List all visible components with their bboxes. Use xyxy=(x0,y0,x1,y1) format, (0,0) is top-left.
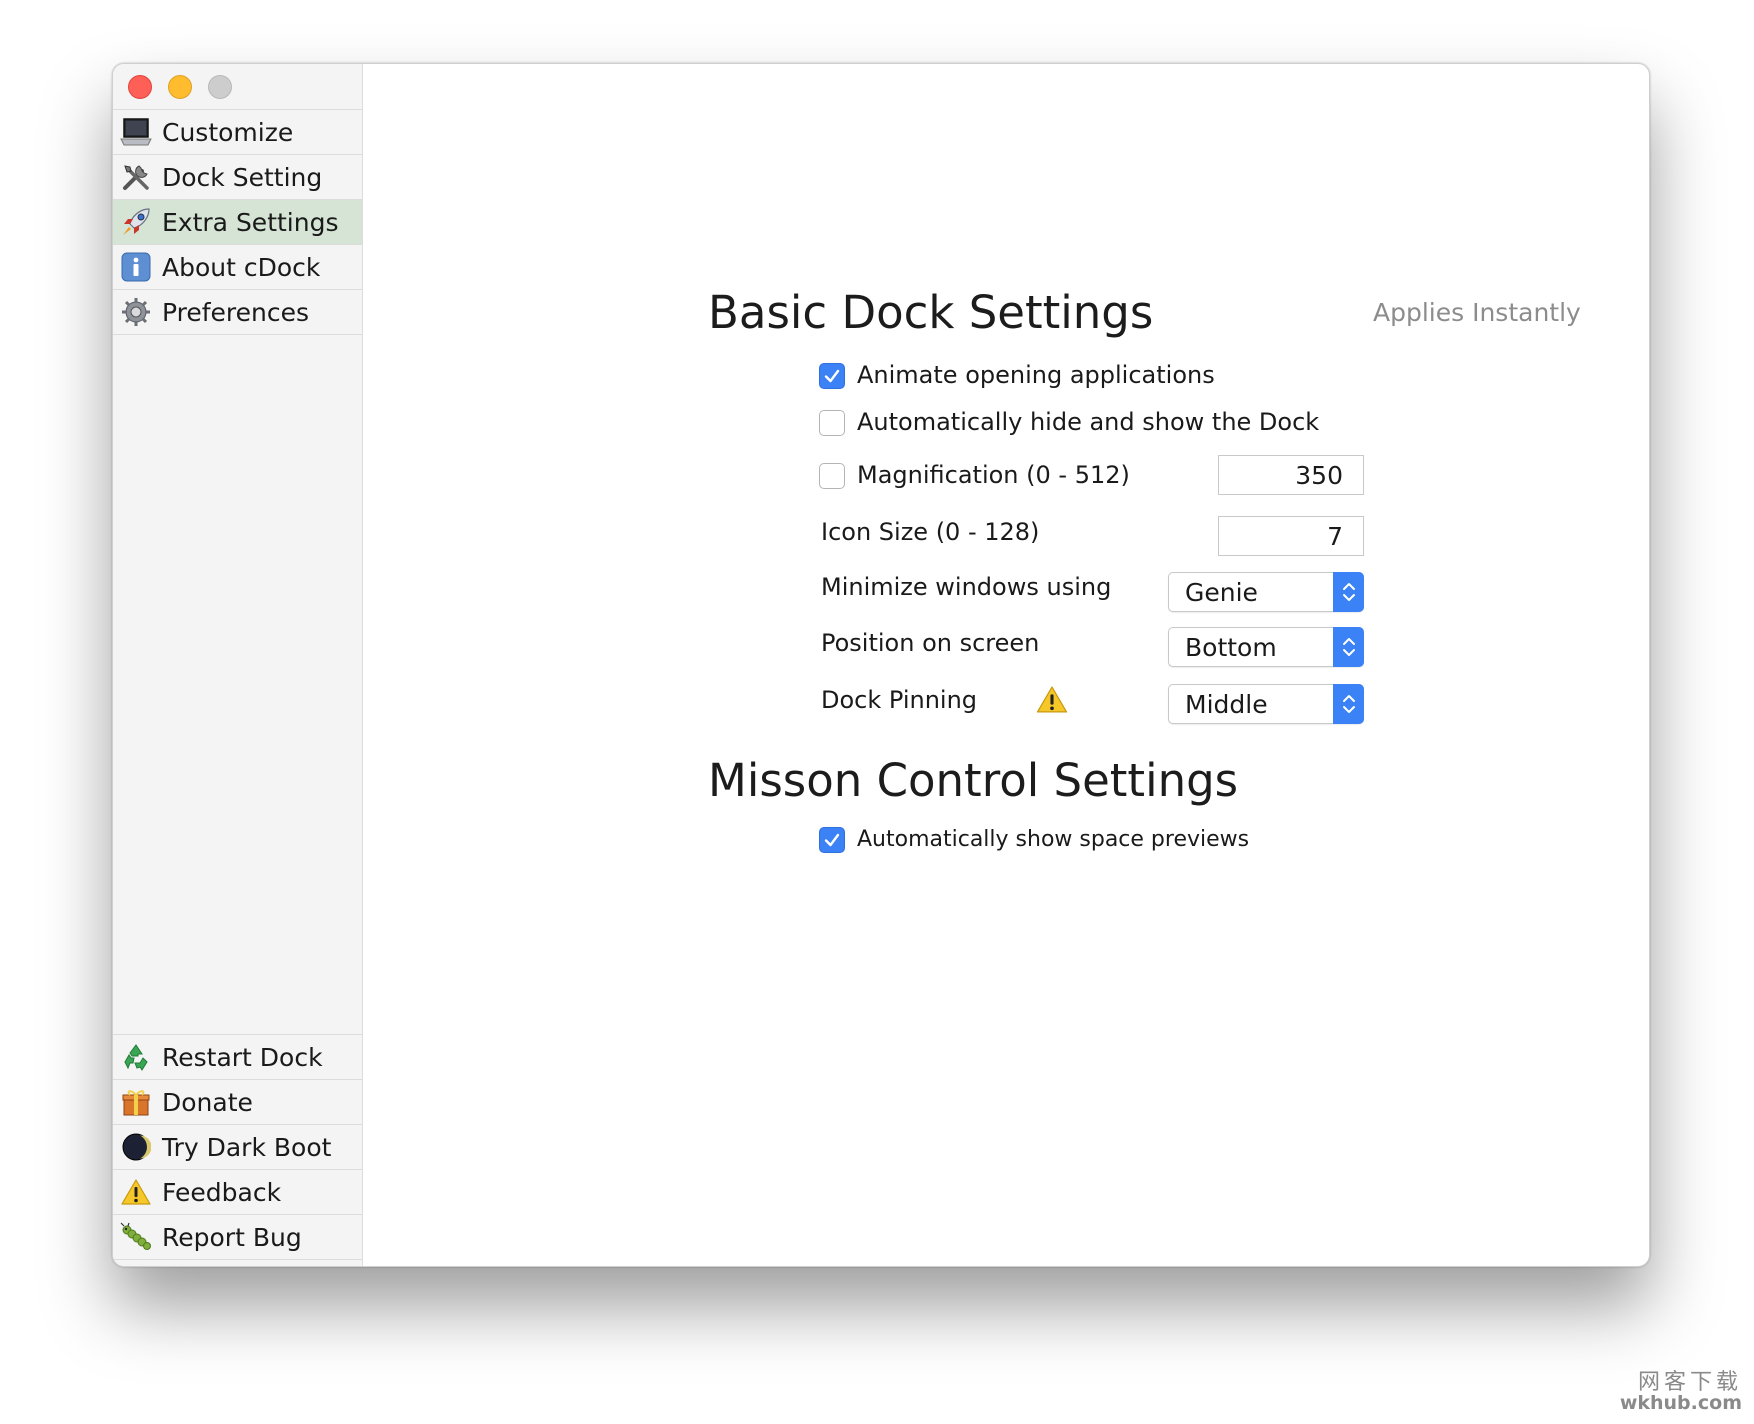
space-previews-label: Automatically show space previews xyxy=(857,827,1250,852)
settings-panel: Basic Dock Settings Applies Instantly An… xyxy=(363,64,1649,1266)
icon-size-label: Icon Size (0 - 128) xyxy=(821,518,1040,546)
pinning-select[interactable]: Middle xyxy=(1168,684,1364,724)
tools-icon xyxy=(120,161,152,193)
autohide-label: Automatically hide and show the Dock xyxy=(857,408,1320,436)
mission-control-title: Misson Control Settings xyxy=(708,754,1239,807)
magnification-checkbox[interactable] xyxy=(819,463,845,489)
sidebar-item-about[interactable]: About cDock xyxy=(113,245,362,290)
bug-icon xyxy=(120,1221,152,1253)
sidebar-item-report-bug[interactable]: Report Bug xyxy=(113,1215,362,1260)
warning-icon xyxy=(1036,685,1068,718)
sidebar-item-label: Feedback xyxy=(162,1177,282,1207)
basic-settings-title: Basic Dock Settings xyxy=(708,286,1154,339)
magnification-label: Magnification (0 - 512) xyxy=(857,461,1130,489)
sidebar-item-label: Donate xyxy=(162,1087,253,1117)
moon-icon xyxy=(120,1131,152,1163)
sidebar-item-preferences[interactable]: Preferences xyxy=(113,290,362,335)
laptop-icon xyxy=(120,116,152,148)
sidebar-nav-bottom: Restart Dock Donate Try Dark Boot Feedba… xyxy=(113,1034,362,1260)
select-value: Middle xyxy=(1185,690,1268,719)
sidebar-item-label: Customize xyxy=(162,117,294,147)
select-value: Genie xyxy=(1185,578,1258,607)
gear-icon xyxy=(120,296,152,328)
magnification-input[interactable] xyxy=(1218,455,1364,495)
position-label: Position on screen xyxy=(821,629,1040,657)
window-controls xyxy=(128,75,232,99)
watermark-url: wkhub.com xyxy=(1619,1392,1742,1415)
minimize-window-button[interactable] xyxy=(168,75,192,99)
animate-checkbox[interactable] xyxy=(819,363,845,389)
applies-instantly-note: Applies Instantly xyxy=(1373,298,1581,327)
app-window: Customize Dock Setting Extra Settings Ab… xyxy=(112,63,1650,1267)
info-icon xyxy=(120,251,152,283)
watermark: 网客下载 wkhub.com xyxy=(1620,1371,1742,1414)
pinning-label: Dock Pinning xyxy=(821,686,978,714)
sidebar: Customize Dock Setting Extra Settings Ab… xyxy=(113,64,363,1266)
zoom-window-button[interactable] xyxy=(208,75,232,99)
close-window-button[interactable] xyxy=(128,75,152,99)
icon-size-input[interactable] xyxy=(1218,516,1364,556)
sidebar-item-label: Dock Setting xyxy=(162,162,323,192)
watermark-chinese: 网客下载 xyxy=(1637,1369,1742,1395)
recycle-icon xyxy=(120,1041,152,1073)
sidebar-item-dark-boot[interactable]: Try Dark Boot xyxy=(113,1125,362,1170)
warning-icon xyxy=(120,1176,152,1208)
sidebar-item-feedback[interactable]: Feedback xyxy=(113,1170,362,1215)
sidebar-item-donate[interactable]: Donate xyxy=(113,1080,362,1125)
minimize-effect-select[interactable]: Genie xyxy=(1168,572,1364,612)
sidebar-item-label: About cDock xyxy=(162,252,321,282)
animate-label: Animate opening applications xyxy=(857,361,1215,389)
space-previews-checkbox[interactable] xyxy=(819,827,845,853)
select-value: Bottom xyxy=(1185,633,1277,662)
rocket-icon xyxy=(120,206,152,238)
sidebar-item-extra-settings[interactable]: Extra Settings xyxy=(113,200,362,245)
sidebar-item-label: Extra Settings xyxy=(162,207,339,237)
chevron-up-down-icon xyxy=(1333,627,1364,667)
sidebar-item-dock-setting[interactable]: Dock Setting xyxy=(113,155,362,200)
autohide-checkbox[interactable] xyxy=(819,410,845,436)
sidebar-item-label: Preferences xyxy=(162,297,310,327)
chevron-up-down-icon xyxy=(1333,684,1364,724)
minimize-label: Minimize windows using xyxy=(821,573,1112,601)
sidebar-item-label: Try Dark Boot xyxy=(162,1132,332,1162)
sidebar-item-customize[interactable]: Customize xyxy=(113,110,362,155)
position-select[interactable]: Bottom xyxy=(1168,627,1364,667)
chevron-up-down-icon xyxy=(1333,572,1364,612)
sidebar-nav-top: Customize Dock Setting Extra Settings Ab… xyxy=(113,109,362,335)
sidebar-item-label: Restart Dock xyxy=(162,1042,323,1072)
sidebar-item-restart-dock[interactable]: Restart Dock xyxy=(113,1035,362,1080)
gift-icon xyxy=(120,1086,152,1118)
sidebar-item-label: Report Bug xyxy=(162,1222,302,1252)
